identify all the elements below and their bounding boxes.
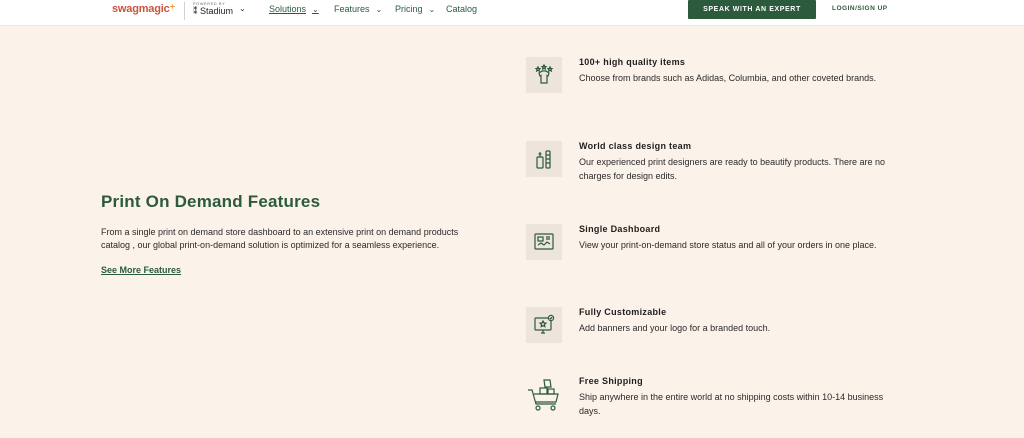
- dashboard-icon: [526, 224, 562, 260]
- design-tools-icon: [526, 141, 562, 177]
- logo-divider: [184, 2, 185, 20]
- stadium-brand[interactable]: ⁑ Stadium: [193, 6, 233, 17]
- top-navbar: swagmagic⁺ POWERED BY ⁑ Stadium ⌄ Soluti…: [0, 0, 1024, 26]
- stadium-logo-icon: ⁑: [193, 6, 201, 16]
- nav-solutions[interactable]: Solutions ⌄: [269, 4, 319, 14]
- feature-description: View your print-on-demand store status a…: [579, 240, 877, 250]
- feature-description: Add banners and your logo for a branded …: [579, 323, 771, 333]
- tshirt-stars-icon: [526, 57, 562, 93]
- chevron-down-icon: ⌄: [428, 5, 436, 14]
- feature-title: 100+ high quality items: [579, 57, 686, 67]
- section-description: From a single print on demand store dash…: [101, 227, 459, 250]
- hero-section: Print On Demand Features From a single p…: [101, 192, 471, 278]
- nav-features[interactable]: Features ⌄: [334, 4, 382, 14]
- chevron-down-icon: ⌄: [375, 5, 383, 14]
- shipping-cart-icon: [526, 376, 562, 412]
- swagmagic-logo[interactable]: swagmagic⁺: [112, 2, 175, 15]
- nav-pricing[interactable]: Pricing ⌄: [395, 4, 435, 14]
- feature-title: Single Dashboard: [579, 224, 661, 234]
- see-more-features-link[interactable]: See More Features: [101, 265, 181, 275]
- speak-with-expert-button[interactable]: SPEAK WITH AN EXPERT: [688, 0, 816, 19]
- login-signup-link[interactable]: LOGIN/SIGN UP: [832, 5, 888, 12]
- feature-title: World class design team: [579, 141, 692, 151]
- monitor-star-icon: [526, 307, 562, 343]
- nav-catalog[interactable]: Catalog: [446, 4, 477, 14]
- chevron-down-icon: ⌄: [312, 5, 319, 14]
- feature-description: Choose from brands such as Adidas, Colum…: [579, 73, 877, 83]
- feature-description: Ship anywhere in the entire world at no …: [579, 392, 884, 416]
- feature-title: Free Shipping: [579, 376, 643, 386]
- chevron-down-icon[interactable]: ⌄: [239, 4, 246, 13]
- feature-title: Fully Customizable: [579, 307, 667, 317]
- section-title: Print On Demand Features: [101, 192, 321, 211]
- feature-description: Our experienced print designers are read…: [579, 157, 886, 181]
